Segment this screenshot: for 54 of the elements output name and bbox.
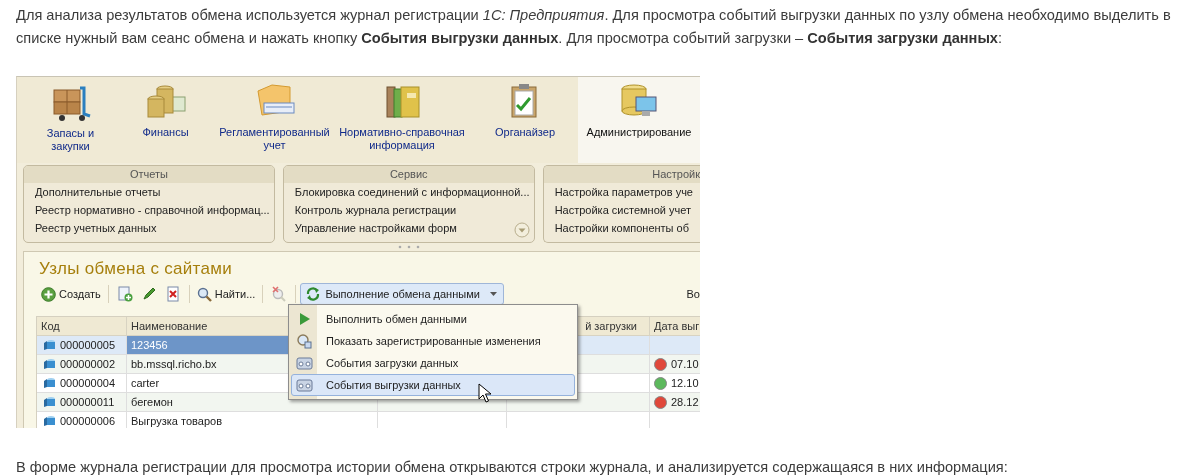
date-text: 28.12 xyxy=(671,396,699,408)
code-text: 000000011 xyxy=(60,396,115,408)
edit-icon xyxy=(140,286,157,302)
node-icon xyxy=(43,415,56,427)
node-icon xyxy=(43,358,56,370)
menu-item[interactable]: События выгрузки данных xyxy=(291,374,575,396)
refresh-icon xyxy=(305,286,322,302)
section-tab[interactable]: Органайзер xyxy=(472,77,578,163)
expand-button-icon[interactable] xyxy=(513,222,530,238)
date-text: 07.10 xyxy=(671,358,699,370)
node-icon xyxy=(43,396,56,408)
panel-link[interactable]: Дополнительные отчеты xyxy=(24,183,274,201)
panel-link[interactable]: Настройки компоненты об xyxy=(543,219,700,237)
panel-link[interactable]: Реестр нормативно - справочной информац... xyxy=(24,201,274,219)
code-text: 000000006 xyxy=(60,415,116,427)
cursor-icon xyxy=(478,383,492,403)
panel-link[interactable]: Настройка параметров уче xyxy=(543,183,700,201)
column-header: Дата выг xyxy=(650,317,700,336)
panel-title: Отчеты xyxy=(24,166,274,183)
copy-icon xyxy=(116,286,133,302)
date-text: 12.10 xyxy=(671,377,699,389)
form-title: Узлы обмена с сайтами xyxy=(38,258,234,277)
panel-title: Настройк xyxy=(543,166,700,183)
panel-link[interactable]: Контроль журнала регистрации xyxy=(283,201,534,219)
plus-icon xyxy=(41,286,56,302)
section-tab[interactable]: Регламентированный учет xyxy=(217,77,332,163)
node-icon xyxy=(43,339,56,351)
section-tab[interactable]: Нормативно-справочная информация xyxy=(332,77,472,163)
code-text: 000000002 xyxy=(60,358,116,370)
exchange-dropdown-button[interactable]: Выполнение обмена данными xyxy=(300,283,504,305)
code-text: 000000005 xyxy=(60,339,116,351)
section-tab[interactable]: Финансы xyxy=(114,77,217,163)
clear-search-icon xyxy=(271,286,288,302)
search-icon xyxy=(296,333,313,349)
search-icon xyxy=(196,286,212,302)
cassette-icon xyxy=(296,377,313,393)
find-button[interactable]: Найти... xyxy=(193,284,259,304)
panel-title: Сервис xyxy=(283,166,534,183)
panel-link[interactable]: Управление настройками форм xyxy=(283,219,534,237)
section-tab[interactable]: Администрирование xyxy=(578,77,700,163)
toolbar-label: Во xyxy=(686,288,700,300)
code-text: 000000004 xyxy=(60,377,116,389)
caret-icon xyxy=(489,292,497,296)
intro-paragraph: Для анализа результатов обмена используется журнал регистрации 1С: Предприятия. Для просмотра событий выгрузки данных по узлу обмена необходимо выделить в списке нужный вам сеанс обмена и нажать кнопку События выгрузки данных. Для просмотра событий загрузки – События загрузки данных: xyxy=(16,6,1172,48)
panel-link[interactable]: Блокировка соединений с информационной... xyxy=(283,183,534,201)
cassette-icon xyxy=(296,355,313,371)
panel-link[interactable]: Реестр учетных данных xyxy=(24,219,274,237)
delete-icon xyxy=(164,286,181,302)
section-tab[interactable]: Запасы и закупки xyxy=(27,77,114,163)
paragraph: В форме журнала регистрации для просмотра истории обмена открываются строки журнала, и анализируется содержащаяся в них информация: xyxy=(16,458,1009,475)
create-button[interactable]: Создать xyxy=(38,284,104,304)
node-icon xyxy=(43,377,56,389)
column-header: Код xyxy=(37,317,127,336)
panel-link[interactable]: Настройка системной учет xyxy=(543,201,700,219)
